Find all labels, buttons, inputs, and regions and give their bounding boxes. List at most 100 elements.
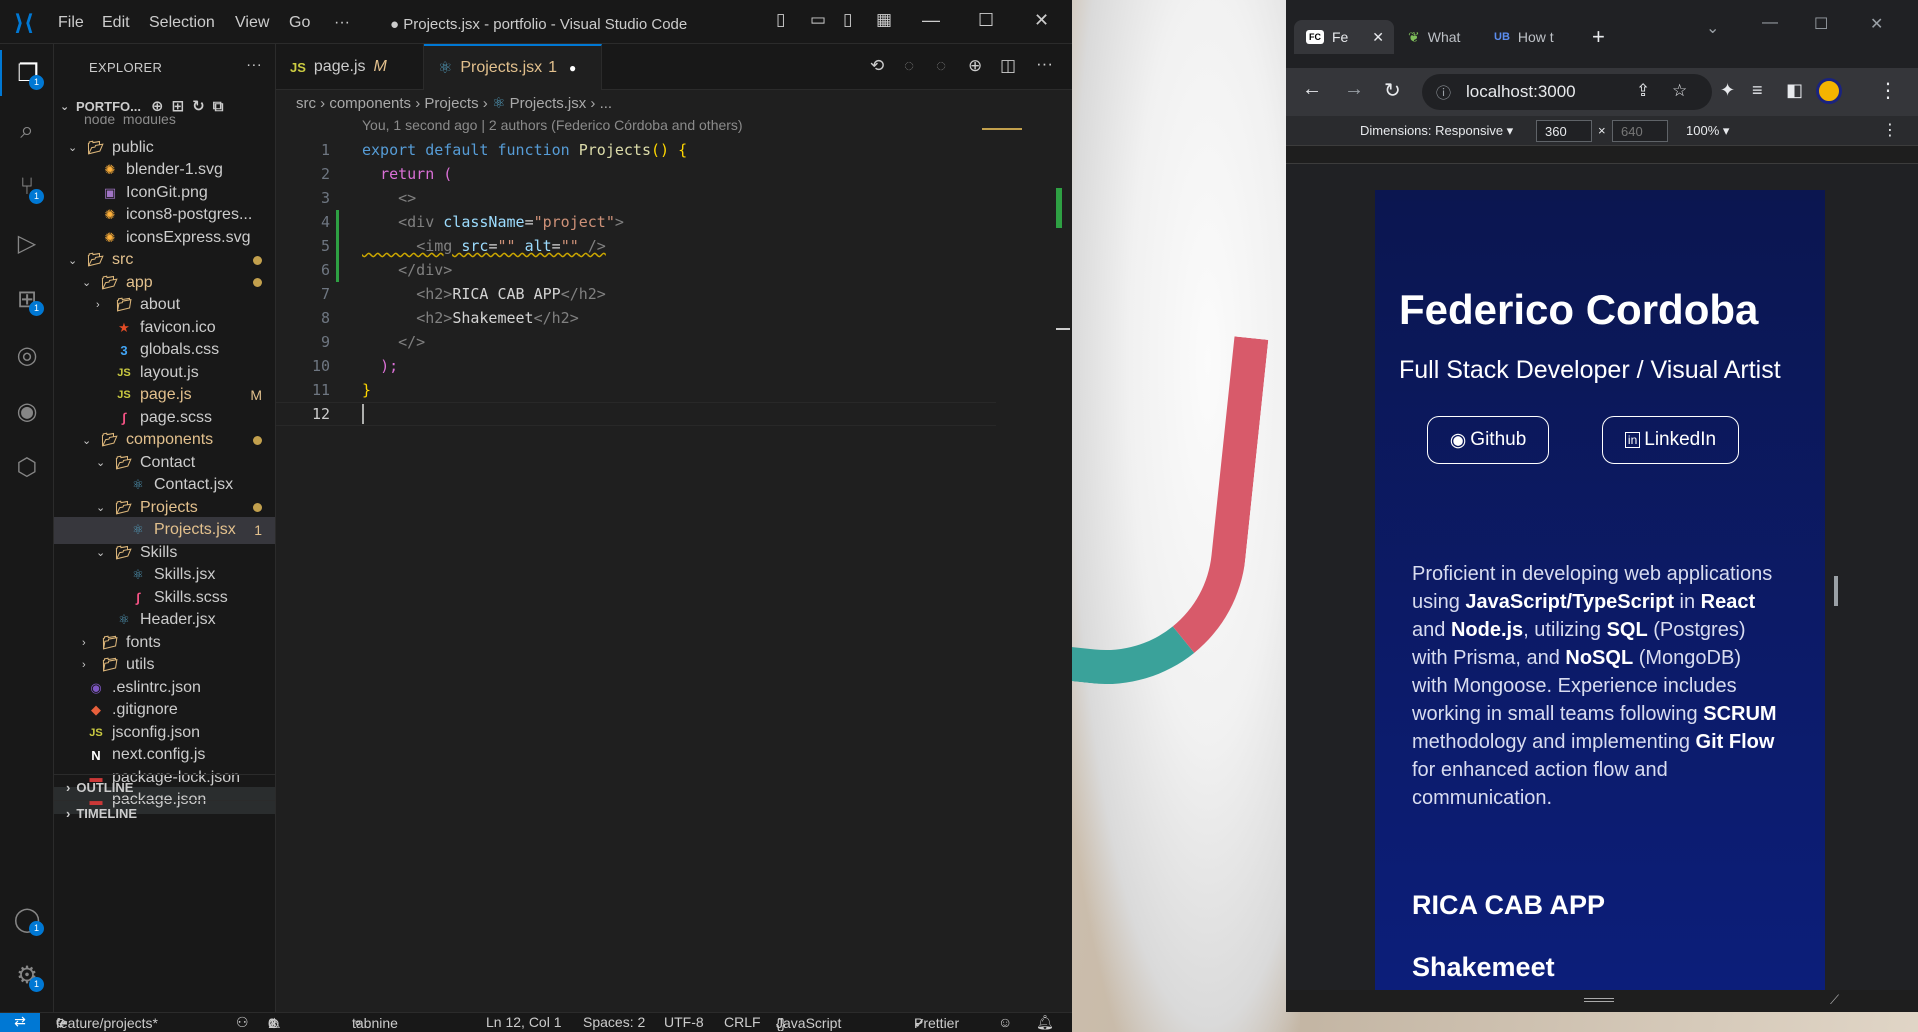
remote-indicator-icon[interactable]: ⇄ <box>0 1013 40 1032</box>
code-line-11: } <box>362 378 371 402</box>
token: = <box>551 237 561 255</box>
tree-item-label: Skills.scss <box>154 588 228 606</box>
explorer-icon[interactable]: ❐ 1 <box>0 50 54 96</box>
git-lens-icon[interactable]: ⊕ <box>968 56 982 76</box>
source-control-icon[interactable]: ⑂ 1 <box>0 164 54 210</box>
branch-name: feature/projects* <box>56 1015 158 1031</box>
close-icon[interactable]: ✕ <box>1034 10 1049 31</box>
feedback-icon[interactable]: ☺ <box>998 1014 1012 1030</box>
bottom-resize-handle[interactable] <box>1584 998 1614 1002</box>
extensions-puzzle-icon[interactable]: ✦ <box>1720 80 1735 101</box>
timeline-section[interactable]: › TIMELINE <box>54 800 275 826</box>
explorer-actions-icon[interactable]: ⊕⊞↻⧉ <box>151 97 231 115</box>
open-changes-icon[interactable]: ⟲ <box>870 56 884 76</box>
menu-edit[interactable]: Edit <box>102 14 130 32</box>
viewport-width-input[interactable]: 360 <box>1536 120 1592 142</box>
browser-minimize-icon[interactable]: — <box>1762 14 1778 32</box>
settings-gear-icon[interactable]: ⚙ 1 <box>0 952 54 998</box>
explorer-more-icon[interactable]: ··· <box>246 56 262 73</box>
cursor-position[interactable]: Ln 12, Col 1 <box>486 1014 562 1030</box>
toggle-secondary-sidebar-icon[interactable]: ▯ <box>843 10 852 30</box>
forward-icon[interactable]: → <box>1344 78 1364 101</box>
search-icon[interactable]: ⌕ <box>0 108 54 154</box>
minimap[interactable] <box>982 122 1052 136</box>
git-graph-status-icon[interactable]: ⚇ <box>236 1014 249 1031</box>
minimize-icon[interactable]: — <box>922 10 940 31</box>
viewport-height-input[interactable]: 640 <box>1612 120 1668 142</box>
breadcrumb-projects[interactable]: Projects <box>424 95 478 112</box>
bio-highlight: SQL <box>1606 619 1648 641</box>
share-icon[interactable]: ⇪ <box>1636 81 1650 101</box>
browser-tab-how[interactable]: UB How t <box>1482 20 1570 54</box>
unsaved-dot-icon[interactable]: ● <box>569 61 576 75</box>
browser-tab-portfolio[interactable]: FC Fe ✕ <box>1294 20 1394 54</box>
code-editor[interactable]: 1 2 3 4 5 6 7 8 9 10 11 12 export default function … <box>276 128 1072 978</box>
profile-avatar[interactable] <box>1816 78 1842 104</box>
breadcrumb-file[interactable]: Projects.jsx <box>510 95 587 112</box>
accounts-icon[interactable]: ◯ 1 <box>0 896 54 942</box>
device-toolbar-more-icon[interactable]: ⋮ <box>1882 120 1898 140</box>
reload-icon[interactable]: ↻ <box>1384 78 1401 103</box>
maximize-icon[interactable]: ☐ <box>978 10 994 31</box>
toggle-panel-icon[interactable]: ▭ <box>810 10 826 30</box>
next-change-icon[interactable]: ◌ <box>936 56 946 76</box>
tab-page-js[interactable]: JS page.js M <box>276 44 424 90</box>
fc-favicon-icon: FC <box>1306 30 1324 44</box>
menu-selection[interactable]: Selection <box>149 14 215 32</box>
previous-change-icon[interactable]: ◌ <box>904 56 914 76</box>
address-bar[interactable]: ⓘ localhost:3000 ⇪ ☆ <box>1422 74 1712 110</box>
outline-section[interactable]: › OUTLINE <box>54 774 275 800</box>
token: = <box>524 213 534 231</box>
line-ending[interactable]: CRLF <box>724 1014 761 1030</box>
git-blame-annotation[interactable]: You, 1 second ago | 2 authors (Federico … <box>362 117 743 133</box>
menu-view[interactable]: View <box>235 14 269 32</box>
breadcrumb-components[interactable]: components <box>329 95 411 112</box>
breadcrumb-src[interactable]: src <box>296 95 316 112</box>
docker-icon[interactable]: ⬡ <box>0 444 54 490</box>
reading-list-icon[interactable]: ≡ <box>1752 80 1763 101</box>
tab-projects-jsx[interactable]: ⚛ Projects.jsx 1 ● <box>424 44 602 90</box>
tree-item-label: IconGit.png <box>126 183 208 201</box>
breadcrumb: src › components › Projects › ⚛ Projects… <box>276 90 1072 116</box>
tree-item-label: src <box>112 251 134 269</box>
dimensions-dropdown[interactable]: Dimensions: Responsive ▾ <box>1360 123 1513 139</box>
run-debug-icon[interactable]: ▷ <box>0 220 54 266</box>
project-root[interactable]: ⌄ PORTFO... ⊕⊞↻⧉ <box>54 94 275 118</box>
sass-file-icon: ∫ <box>136 590 140 606</box>
dimension-separator: × <box>1598 123 1606 138</box>
github-button[interactable]: ◉ Github <box>1427 416 1549 464</box>
notifications-bell-icon[interactable]: 🔔︎ <box>1036 1014 1054 1031</box>
vscode-window: ⟩⟨ File Edit Selection View Go ··· ● Pro… <box>0 0 1072 1032</box>
breadcrumb-symbol[interactable]: ... <box>600 95 613 112</box>
corner-resize-icon[interactable]: ⟋ <box>1830 992 1839 1008</box>
zoom-dropdown[interactable]: 100% ▾ <box>1686 123 1729 139</box>
site-info-icon[interactable]: ⓘ <box>1436 82 1451 103</box>
menu-more[interactable]: ··· <box>334 14 350 32</box>
browser-tab-strip: FC Fe ✕ ❦ What UB How t + ⌄ — ☐ ✕ <box>1286 0 1918 72</box>
linkedin-button[interactable]: in LinkedIn <box>1602 416 1739 464</box>
customize-layout-icon[interactable]: ▦ <box>876 10 892 30</box>
tabnine-label: tabnine starter <box>352 1015 398 1032</box>
menu-go[interactable]: Go <box>289 14 310 32</box>
extensions-icon[interactable]: ⊞ 1 <box>0 276 54 322</box>
back-icon[interactable]: ← <box>1302 78 1322 101</box>
split-editor-icon[interactable]: ◫ <box>1000 56 1016 76</box>
bio-highlight: SCRUM <box>1703 703 1777 725</box>
side-panel-icon[interactable]: ◧ <box>1786 80 1803 101</box>
browser-maximize-icon[interactable]: ☐ <box>1814 14 1828 34</box>
menu-file[interactable]: File <box>58 14 84 32</box>
bookmark-star-icon[interactable]: ☆ <box>1672 81 1687 101</box>
browser-close-icon[interactable]: ✕ <box>1870 14 1883 34</box>
tab-search-icon[interactable]: ⌄ <box>1706 18 1719 38</box>
toggle-primary-sidebar-icon[interactable]: ▯ <box>776 10 785 30</box>
viewport-resize-handle[interactable] <box>1834 576 1838 606</box>
encoding[interactable]: UTF-8 <box>664 1014 704 1030</box>
browser-menu-icon[interactable]: ⋮ <box>1878 78 1898 103</box>
new-tab-icon[interactable]: + <box>1592 24 1605 50</box>
editor-more-icon[interactable]: ··· <box>1036 54 1053 74</box>
close-tab-icon[interactable]: ✕ <box>1372 29 1384 46</box>
git-graph-icon[interactable]: ◉ <box>0 388 54 434</box>
remote-explorer-icon[interactable]: ◎ <box>0 332 54 378</box>
indentation[interactable]: Spaces: 2 <box>583 1014 645 1030</box>
browser-tab-what[interactable]: ❦ What <box>1396 20 1480 54</box>
